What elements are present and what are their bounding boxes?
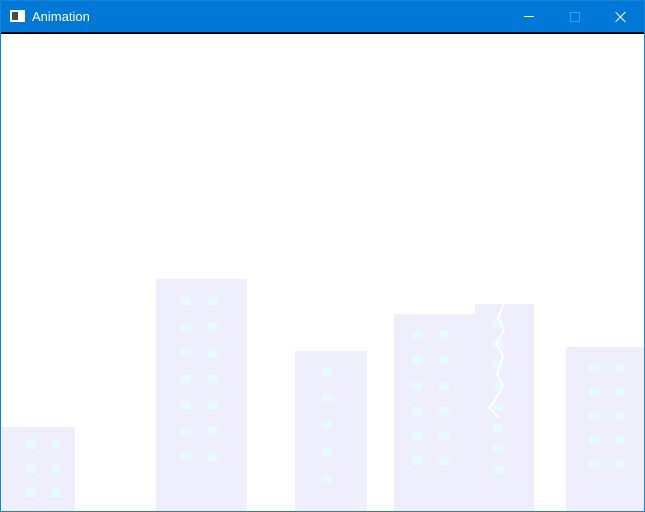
building-window [181,427,191,435]
building-4 [394,314,478,511]
building-window [26,489,36,497]
building-window [322,367,332,375]
building-window [181,349,191,357]
building-window [439,382,449,390]
title-bar[interactable]: Animation [1,1,644,32]
building-window [615,460,625,468]
building-window [412,432,422,440]
building-6 [566,347,644,511]
building-window [208,375,218,383]
building-window [51,441,61,449]
building-window [322,421,332,429]
building-window [615,436,625,444]
building-window [181,453,191,461]
building-window [589,436,599,444]
building-window [26,465,36,473]
building-window [412,457,422,465]
building-window [208,297,218,305]
building-window [589,460,599,468]
maximize-button[interactable] [552,1,598,32]
building-window [439,331,449,339]
building-window [412,407,422,415]
building-window [412,356,422,364]
building-window [208,401,218,409]
building-5 [475,304,534,511]
building-window [181,297,191,305]
animation-canvas [1,34,644,511]
building-window [412,331,422,339]
building-window [181,323,191,331]
building-window [208,427,218,435]
building-1 [2,427,75,511]
building-window [412,382,422,390]
building-window [589,412,599,420]
building-window [322,448,332,456]
building-window [208,349,218,357]
building-window [589,364,599,372]
minimize-icon [524,16,534,17]
building-window [322,475,332,483]
building-window [208,323,218,331]
building-window [51,465,61,473]
building-window [493,445,503,453]
city-skyline-scene [2,279,644,511]
building-2 [156,279,247,511]
building-window [493,466,503,474]
window-title: Animation [32,9,90,24]
building-window [439,457,449,465]
close-button[interactable] [598,1,644,32]
building-window [181,375,191,383]
building-window [208,453,218,461]
building-window [439,432,449,440]
building-window [51,489,61,497]
minimize-button[interactable] [506,1,552,32]
building-window [439,356,449,364]
building-window [322,394,332,402]
building-window [493,424,503,432]
building-window [615,412,625,420]
building-window [493,403,503,411]
building-window [589,388,599,396]
close-icon [615,11,627,23]
building-window [26,441,36,449]
building-window [181,401,191,409]
app-window: Animation [0,0,645,512]
maximize-icon [570,11,580,22]
building-window [615,364,625,372]
building-window [439,407,449,415]
app-window-icon[interactable] [10,10,25,22]
building-window [615,388,625,396]
